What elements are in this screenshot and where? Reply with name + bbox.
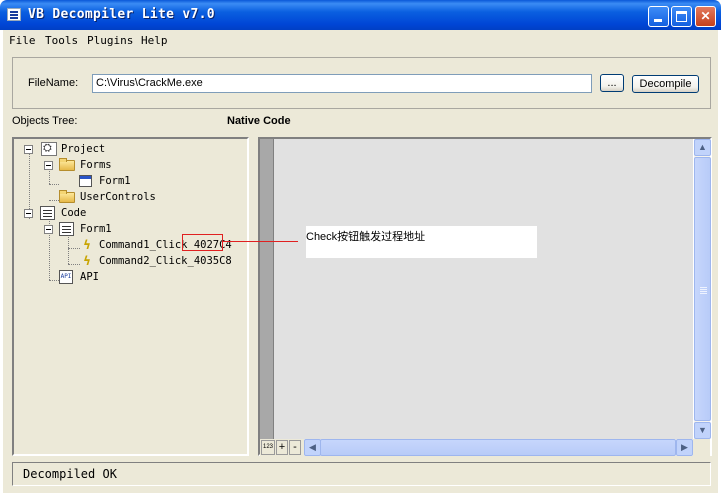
horizontal-scrollbar[interactable]: ◀ ▶	[304, 439, 693, 456]
zoom-in-button[interactable]: +	[276, 440, 288, 455]
browse-button[interactable]: ...	[600, 74, 624, 92]
tree-label-code-form1: Form1	[80, 223, 112, 235]
status-text: Decompiled OK	[23, 467, 117, 481]
collapse-icon[interactable]	[24, 145, 33, 154]
filename-label: FileName:	[28, 77, 79, 89]
tree-label-api: API	[80, 271, 99, 283]
project-icon	[41, 141, 57, 156]
scroll-up-icon[interactable]: ▲	[694, 139, 711, 156]
zoom-out-button[interactable]: -	[289, 440, 301, 455]
tree-node-usercontrols[interactable]: UserControls	[14, 190, 247, 206]
annotation-note: Check按钮触发过程地址	[306, 226, 537, 258]
close-icon: ✕	[700, 9, 711, 23]
event-bolt-icon: ϟ	[83, 238, 91, 252]
code-bottom-bar: 123 + - ◀ ▶	[260, 439, 710, 456]
tree-label-code: Code	[61, 207, 87, 219]
horizontal-scroll-thumb[interactable]	[320, 439, 676, 456]
form-code-icon	[59, 222, 74, 236]
folder-icon	[59, 190, 75, 203]
tree-node-code[interactable]: Code	[14, 206, 247, 222]
tree-label-usercontrols: UserControls	[80, 191, 156, 203]
app-icon	[7, 8, 21, 21]
client-area: File Tools Plugins Help FileName: C:\Vir…	[3, 30, 718, 493]
scroll-left-icon[interactable]: ◀	[304, 439, 321, 456]
scroll-right-icon[interactable]: ▶	[676, 439, 693, 456]
tree-label-command1: Command1_Click_	[99, 239, 194, 251]
line-numbers-button[interactable]: 123	[261, 440, 275, 455]
tree-label-forms: Forms	[80, 159, 112, 171]
filename-input[interactable]: C:\Virus\CrackMe.exe	[92, 74, 592, 93]
api-icon: API	[59, 270, 73, 284]
collapse-icon[interactable]	[24, 209, 33, 218]
tree-node-api[interactable]: API API	[14, 270, 247, 286]
native-code-panel: ▲ ▼ 123 + - ◀ ▶	[258, 137, 712, 456]
tree-node-forms[interactable]: Forms	[14, 158, 247, 174]
status-bar: Decompiled OK	[12, 462, 711, 486]
decompile-button[interactable]: Decompile	[632, 75, 699, 93]
menu-help[interactable]: Help	[141, 34, 168, 47]
collapse-icon[interactable]	[44, 161, 53, 170]
objects-tree-label: Objects Tree:	[12, 115, 78, 127]
tree-label-project: Project	[59, 143, 108, 155]
code-gutter	[260, 139, 274, 439]
tree-label-form1: Form1	[99, 175, 131, 187]
vertical-scroll-thumb[interactable]	[694, 157, 711, 421]
vertical-scrollbar[interactable]: ▲ ▼	[693, 139, 711, 439]
maximize-button[interactable]	[671, 6, 692, 27]
annotation-connector-line	[223, 241, 298, 242]
menu-file[interactable]: File	[9, 34, 36, 47]
file-group: FileName: C:\Virus\CrackMe.exe ... Decom…	[12, 57, 711, 109]
menu-tools[interactable]: Tools	[45, 34, 78, 47]
window-title: VB Decompiler Lite v7.0	[28, 7, 215, 22]
objects-tree-panel: Project Forms Form1 UserControls Code	[12, 137, 249, 456]
code-view[interactable]	[275, 139, 693, 439]
tree-node-command2-click[interactable]: ϟ Command2_Click_4035C8	[14, 254, 247, 270]
minimize-icon	[654, 19, 662, 22]
code-icon	[40, 206, 55, 220]
event-bolt-icon: ϟ	[83, 254, 91, 268]
objects-tree: Project Forms Form1 UserControls Code	[14, 139, 247, 454]
maximize-icon	[676, 11, 687, 22]
title-bar: VB Decompiler Lite v7.0 ✕	[0, 0, 721, 30]
tree-node-project[interactable]: Project	[14, 141, 247, 158]
form-icon	[79, 175, 92, 187]
folder-icon	[59, 158, 75, 171]
address-highlight-box	[182, 234, 223, 251]
close-button[interactable]: ✕	[695, 6, 716, 27]
collapse-icon[interactable]	[44, 225, 53, 234]
native-code-label: Native Code	[227, 115, 291, 127]
menu-plugins[interactable]: Plugins	[87, 34, 133, 47]
tree-node-form1[interactable]: Form1	[14, 174, 247, 190]
scroll-down-icon[interactable]: ▼	[694, 422, 711, 439]
minimize-button[interactable]	[648, 6, 669, 27]
tree-label-command2: Command2_Click_4035C8	[99, 255, 232, 267]
menu-bar: File Tools Plugins Help	[3, 30, 718, 50]
